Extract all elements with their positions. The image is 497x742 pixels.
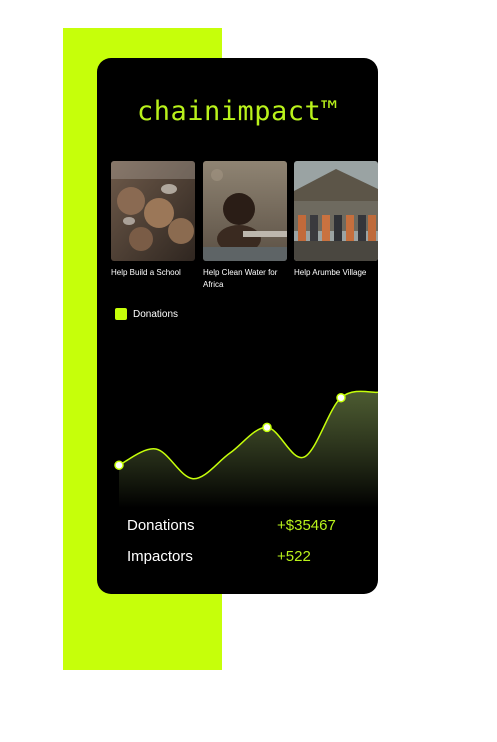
stat-row-donations: Donations +$35467 bbox=[127, 510, 367, 541]
campaign-label: Help Clean Water for Africa bbox=[203, 268, 278, 289]
stat-value: +522 bbox=[277, 548, 311, 565]
stat-value: +$35467 bbox=[277, 517, 336, 534]
brand-logo-text: chainimpact™ bbox=[136, 96, 339, 127]
chart-legend: Donations bbox=[115, 308, 178, 320]
donations-chart bbox=[114, 390, 378, 508]
legend-swatch bbox=[115, 308, 127, 320]
campaign-card-school[interactable]: Help Build a School bbox=[111, 161, 195, 279]
campaign-card-water[interactable]: Help Clean Water for Africa bbox=[203, 161, 287, 291]
campaign-label: Help Build a School bbox=[111, 268, 181, 277]
data-point-marker bbox=[114, 460, 124, 470]
campaign-label: Help Arumbe Village bbox=[294, 268, 367, 277]
legend-label: Donations bbox=[133, 308, 179, 320]
stats-panel: Donations +$35467 Impactors +522 bbox=[127, 510, 367, 572]
campaign-image-village bbox=[294, 161, 378, 261]
stat-label: Donations bbox=[127, 517, 195, 534]
stat-row-impactors: Impactors +522 bbox=[127, 541, 367, 572]
campaign-image-water bbox=[203, 161, 287, 261]
campaign-card-village[interactable]: Help Arumbe Village bbox=[294, 161, 378, 279]
campaign-carousel[interactable]: Help Build a School Help Clean Water for… bbox=[111, 161, 378, 301]
app-card: chainimpact™ Help Build a School Help Cl… bbox=[97, 58, 378, 594]
stat-label: Impactors bbox=[127, 548, 193, 565]
data-point-marker bbox=[336, 392, 346, 403]
data-point-marker bbox=[262, 422, 272, 433]
campaign-image-school bbox=[111, 161, 195, 261]
